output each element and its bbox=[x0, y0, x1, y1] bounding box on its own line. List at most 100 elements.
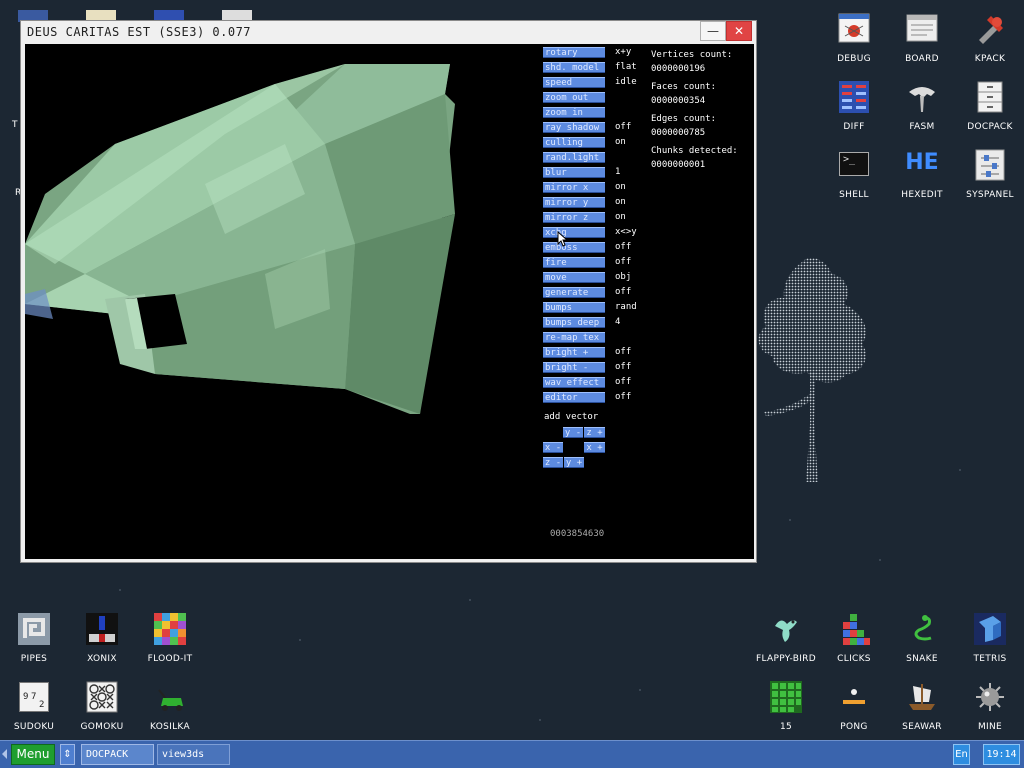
vertices-count-label: Vertices count: bbox=[651, 50, 733, 60]
control-button-culling[interactable]: culling bbox=[543, 137, 605, 148]
hexedit-icon: HE bbox=[905, 148, 939, 182]
desktop-icon-snake[interactable]: SNAKE bbox=[888, 612, 956, 664]
vector-y-minus-button[interactable]: y - bbox=[563, 427, 583, 438]
desktop-icon-gomoku[interactable]: GOMOKU bbox=[68, 680, 136, 732]
menu-button[interactable]: Menu bbox=[11, 744, 55, 765]
rendered-3d-model[interactable] bbox=[25, 44, 465, 424]
control-value: off bbox=[615, 347, 632, 357]
control-button-rotary[interactable]: rotary bbox=[543, 47, 605, 58]
control-button-zoom-out[interactable]: zoom out bbox=[543, 92, 605, 103]
tree-wallpaper-art bbox=[758, 257, 867, 482]
taskbar: Menu ⇕ DOCPACK view3ds En 19:14 bbox=[0, 740, 1024, 768]
desktop-icon-label: CLICKS bbox=[837, 654, 871, 664]
control-button-speed[interactable]: speed bbox=[543, 77, 605, 88]
control-button-mirror-y[interactable]: mirror y bbox=[543, 197, 605, 208]
window-titlebar[interactable]: DEUS CARITAS EST (SSE3) 0.077 — ✕ bbox=[21, 21, 756, 43]
desktop-icon-shell[interactable]: >_ SHELL bbox=[820, 148, 888, 200]
desktop-icon-hexedit[interactable]: HE HEXEDIT bbox=[888, 148, 956, 200]
desktop-icon-docpack[interactable]: DOCPACK bbox=[956, 80, 1024, 132]
gomoku-icon bbox=[85, 680, 119, 714]
control-button-ray-shadow[interactable]: ray shadow bbox=[543, 122, 605, 133]
task-button-view3ds[interactable]: view3ds bbox=[157, 744, 230, 765]
desktop-icon-kosilka[interactable]: KOSILKA bbox=[136, 680, 204, 732]
control-button-editor[interactable]: editor bbox=[543, 392, 605, 403]
control-button-re-map-tex[interactable]: re-map tex bbox=[543, 332, 605, 343]
control-button-emboss[interactable]: emboss bbox=[543, 242, 605, 253]
desktop-icon-label: FLAPPY-BIRD bbox=[756, 654, 816, 664]
desktop-icon-label: TETRIS bbox=[973, 654, 1007, 664]
vector-y-plus-button[interactable]: y + bbox=[564, 457, 584, 468]
close-icon: ✕ bbox=[733, 24, 745, 38]
language-indicator[interactable]: En bbox=[953, 744, 970, 765]
docpack-icon bbox=[973, 80, 1007, 114]
control-value: flat bbox=[615, 62, 637, 72]
control-value: off bbox=[615, 257, 632, 267]
control-button-mirror-z[interactable]: mirror z bbox=[543, 212, 605, 223]
control-button-mirror-x[interactable]: mirror x bbox=[543, 182, 605, 193]
control-button-xchg[interactable]: xchg bbox=[543, 227, 605, 238]
desktop-icon-board[interactable]: BOARD bbox=[888, 12, 956, 64]
vector-x-plus-button[interactable]: x + bbox=[584, 442, 605, 453]
control-button-bumps[interactable]: bumps bbox=[543, 302, 605, 313]
board-icon bbox=[905, 12, 939, 46]
desktop-icon-kpack[interactable]: KPACK bbox=[956, 12, 1024, 64]
desktop-icon-label: KPACK bbox=[974, 54, 1006, 64]
control-button-generate[interactable]: generate bbox=[543, 287, 605, 298]
control-button-fire[interactable]: fire bbox=[543, 257, 605, 268]
minimize-button[interactable]: — bbox=[700, 21, 726, 41]
minimize-icon: — bbox=[707, 24, 719, 38]
fifteen-puzzle-icon bbox=[769, 680, 803, 714]
sudoku-digit: 2 bbox=[39, 700, 45, 710]
switch-tasks-button[interactable]: ⇕ bbox=[60, 744, 75, 765]
close-button[interactable]: ✕ bbox=[726, 21, 752, 41]
control-button-wav-effect[interactable]: wav effect bbox=[543, 377, 605, 388]
desktop-icon-label: GOMOKU bbox=[80, 722, 124, 732]
desktop-edge-label-t: T bbox=[12, 120, 18, 130]
control-value: obj bbox=[615, 272, 632, 282]
desktop-icon-pong[interactable]: PONG bbox=[820, 680, 888, 732]
control-button-shd-model[interactable]: shd. model bbox=[543, 62, 605, 73]
desktop-icon-label: SEAWAR bbox=[902, 722, 942, 732]
vector-z-minus-button[interactable]: z - bbox=[543, 457, 563, 468]
desktop-icon-clicks[interactable]: CLICKS bbox=[820, 612, 888, 664]
desktop-icon-mine[interactable]: MINE bbox=[956, 680, 1024, 732]
desktop-icon-seawar[interactable]: SEAWAR bbox=[888, 680, 956, 732]
control-value: off bbox=[615, 377, 632, 387]
render-viewport[interactable]: rotary x+y shd. model flat speed idle zoom out… bbox=[25, 44, 754, 559]
control-button-move[interactable]: move bbox=[543, 272, 605, 283]
clicks-icon bbox=[837, 612, 871, 646]
desktop-icon-pipes[interactable]: PIPES bbox=[0, 612, 68, 664]
vector-z-plus-button[interactable]: z + bbox=[584, 427, 605, 438]
desktop-icon-flood-it[interactable]: FLOOD-IT bbox=[136, 612, 204, 664]
desktop-icon-debug[interactable]: DEBUG bbox=[820, 12, 888, 64]
desktop-icon-xonix[interactable]: XONIX bbox=[68, 612, 136, 664]
desktop-icon-flappy-bird[interactable]: FLAPPY-BIRD bbox=[752, 612, 820, 664]
vector-x-minus-button[interactable]: x - bbox=[543, 442, 563, 453]
window-title: DEUS CARITAS EST (SSE3) 0.077 bbox=[27, 25, 252, 39]
sudoku-digit: 7 bbox=[31, 692, 37, 702]
desktop-icon-diff[interactable]: DIFF bbox=[820, 80, 888, 132]
xonix-icon bbox=[85, 612, 119, 646]
edges-count-label: Edges count: bbox=[651, 114, 717, 124]
task-button-docpack[interactable]: DOCPACK bbox=[81, 744, 154, 765]
add-vector-label: add vector bbox=[544, 412, 599, 422]
desktop-icon-fasm[interactable]: FASM bbox=[888, 80, 956, 132]
control-button-zoom-in[interactable]: zoom in bbox=[543, 107, 605, 118]
control-button-blur[interactable]: blur bbox=[543, 167, 605, 178]
desktop-icon-tetris[interactable]: TETRIS bbox=[956, 612, 1024, 664]
desktop-icon-sudoku[interactable]: 9 7 2 SUDOKU bbox=[0, 680, 68, 732]
clock[interactable]: 19:14 bbox=[983, 744, 1020, 765]
control-button-bright[interactable]: bright - bbox=[543, 362, 605, 373]
desktop-icon-syspanel[interactable]: SYSPANEL bbox=[956, 148, 1024, 200]
view3ds-window[interactable]: DEUS CARITAS EST (SSE3) 0.077 — ✕ rotary… bbox=[20, 20, 757, 563]
desktop-icon-15[interactable]: 15 bbox=[752, 680, 820, 732]
control-button-rand-light[interactable]: rand.light bbox=[543, 152, 605, 163]
desktop-icon-label: FLOOD-IT bbox=[147, 654, 193, 664]
control-button-bright[interactable]: bright + bbox=[543, 347, 605, 358]
diff-icon bbox=[837, 80, 871, 114]
taskbar-left-arrow-icon[interactable] bbox=[2, 749, 7, 759]
desktop-icon-label: PIPES bbox=[20, 654, 48, 664]
debug-icon bbox=[837, 12, 871, 46]
control-button-bumps-deep[interactable]: bumps deep bbox=[543, 317, 605, 328]
switch-tasks-icon: ⇕ bbox=[63, 749, 72, 760]
